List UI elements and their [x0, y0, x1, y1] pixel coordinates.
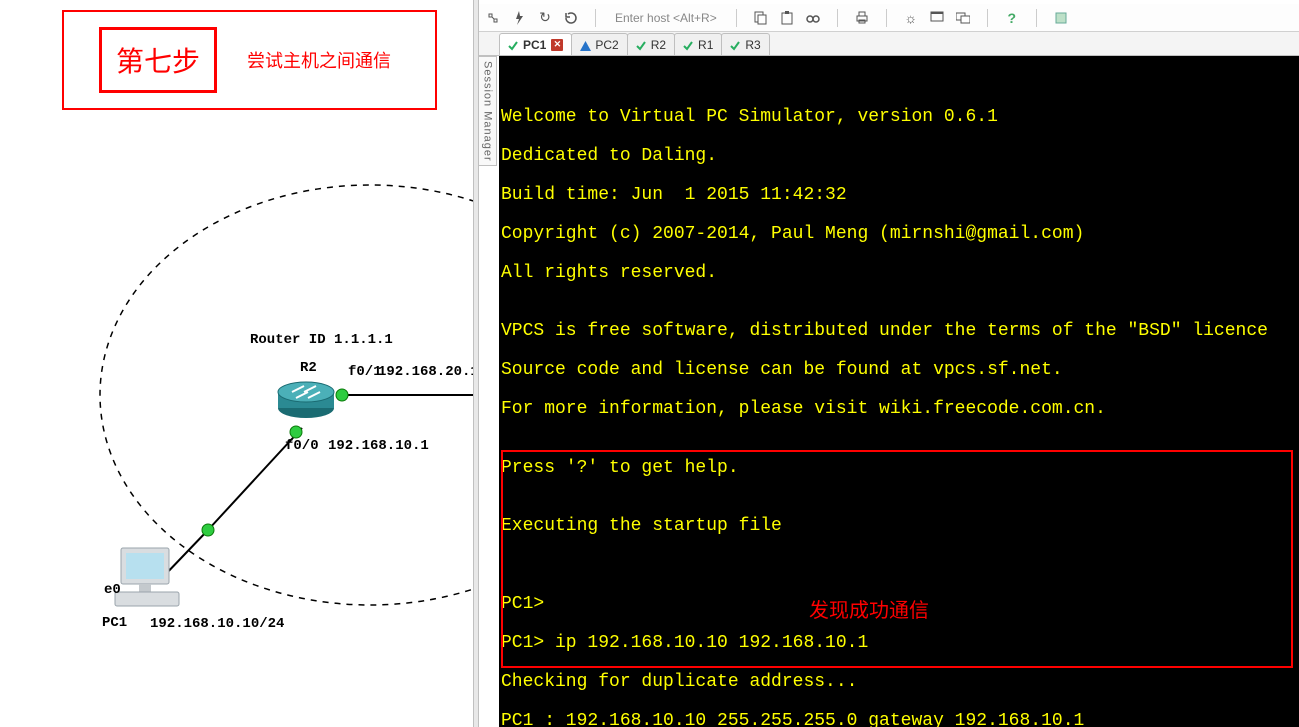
- step-box: 第七步 尝试主机之间通信: [62, 10, 437, 110]
- paste-icon[interactable]: [779, 10, 795, 26]
- pc1-ip-label: 192.168.10.10/24: [150, 616, 284, 632]
- quick-connect-icon[interactable]: [511, 10, 527, 26]
- f01-label: f0/1: [348, 364, 382, 380]
- term-line: Press '?' to get help.: [501, 459, 1299, 479]
- find-icon[interactable]: [805, 10, 821, 26]
- tab-pc1[interactable]: PC1 ✕: [499, 33, 572, 55]
- term-line: Executing the startup file: [501, 517, 1299, 537]
- term-line: Copyright (c) 2007-2014, Paul Meng (mirn…: [501, 225, 1299, 245]
- help-icon[interactable]: ?: [1004, 10, 1020, 26]
- r2-label: R2: [300, 360, 317, 376]
- step-number: 第七步: [99, 27, 217, 93]
- tab-label: R2: [651, 38, 666, 52]
- tab-r2[interactable]: R2: [627, 33, 675, 55]
- pc1-label: PC1: [102, 615, 127, 631]
- term-line: Dedicated to Daling.: [501, 147, 1299, 167]
- global-options-icon[interactable]: [955, 10, 971, 26]
- term-line: PC1 : 192.168.10.10 255.255.255.0 gatewa…: [501, 712, 1299, 727]
- term-line: Checking for duplicate address...: [501, 673, 1299, 693]
- triangle-icon: [580, 40, 590, 50]
- toolbar: ↻ Enter host <Alt+R> ☼ ?: [479, 4, 1299, 32]
- session-options-icon[interactable]: [929, 10, 945, 26]
- router-id-label: Router ID 1.1.1.1: [250, 332, 393, 348]
- f00-label: f0/0: [285, 438, 319, 454]
- tab-label: R3: [745, 38, 760, 52]
- tab-label: PC1: [523, 38, 546, 52]
- print-icon[interactable]: [854, 10, 870, 26]
- terminal-window: ↻ Enter host <Alt+R> ☼ ? PC1 ✕: [479, 4, 1299, 727]
- term-line: VPCS is free software, distributed under…: [501, 322, 1299, 342]
- copy-icon[interactable]: [753, 10, 769, 26]
- disconnect-icon[interactable]: [563, 10, 579, 26]
- script-icon[interactable]: [1053, 10, 1069, 26]
- checkmark-icon: [730, 40, 740, 50]
- tab-bar: PC1 ✕ PC2 R2 R1 R3: [479, 32, 1299, 56]
- e0-label: e0: [104, 582, 121, 598]
- term-line: Welcome to Virtual PC Simulator, version…: [501, 108, 1299, 128]
- tab-pc2[interactable]: PC2: [571, 33, 627, 55]
- tab-r1[interactable]: R1: [674, 33, 722, 55]
- term-line: PC1>: [501, 595, 1299, 615]
- term-line: For more information, please visit wiki.…: [501, 400, 1299, 420]
- tab-label: R1: [698, 38, 713, 52]
- tab-r3[interactable]: R3: [721, 33, 769, 55]
- tab-label: PC2: [595, 38, 618, 52]
- terminal[interactable]: Welcome to Virtual PC Simulator, version…: [499, 56, 1299, 727]
- session-manager-tab[interactable]: Session Manager: [479, 56, 497, 166]
- term-line: All rights reserved.: [501, 264, 1299, 284]
- settings-icon[interactable]: ☼: [903, 10, 919, 26]
- session-manager-label: Session Manager: [482, 61, 494, 162]
- step-desc: 尝试主机之间通信: [247, 47, 391, 73]
- f00-ip-label: 192.168.10.1: [328, 438, 429, 454]
- connect-icon[interactable]: [485, 10, 501, 26]
- checkmark-icon: [636, 40, 646, 50]
- host-input[interactable]: Enter host <Alt+R>: [612, 10, 720, 26]
- reconnect-icon[interactable]: ↻: [537, 10, 553, 26]
- close-icon[interactable]: ✕: [551, 39, 563, 51]
- f01-ip-label: 192.168.20.1: [378, 364, 479, 380]
- checkmark-icon: [683, 40, 693, 50]
- term-line: Source code and license can be found at …: [501, 361, 1299, 381]
- term-line: Build time: Jun 1 2015 11:42:32: [501, 186, 1299, 206]
- checkmark-icon: [508, 40, 518, 50]
- topology-pane: Router ID 1.1.1.1 R2 f0/1 192.168.20.1 f…: [0, 0, 473, 727]
- term-line: PC1> ip 192.168.10.10 192.168.10.1: [501, 634, 1299, 654]
